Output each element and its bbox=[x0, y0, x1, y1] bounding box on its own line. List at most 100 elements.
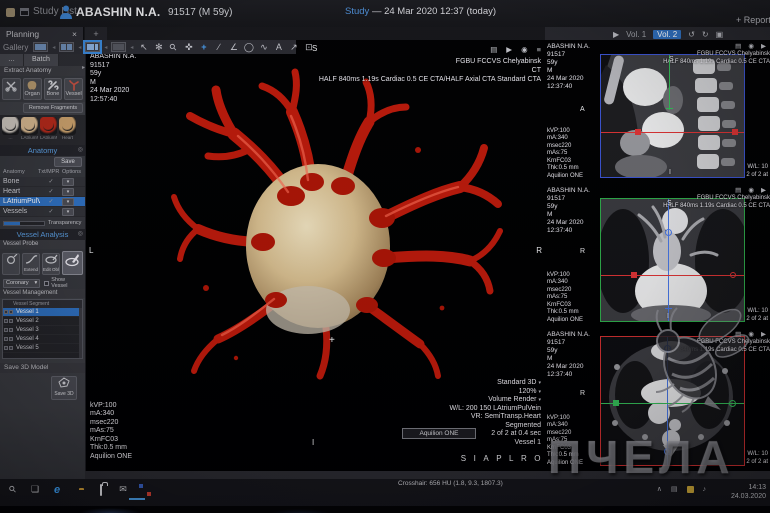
sidebar-tab-batch[interactable]: Batch bbox=[24, 54, 59, 66]
camera-icon[interactable]: ◉ bbox=[748, 186, 754, 194]
txtmpr-check-icon[interactable]: ✓ bbox=[40, 177, 62, 186]
crosshair-handle[interactable] bbox=[631, 272, 637, 278]
crosshair-handle[interactable] bbox=[730, 272, 736, 278]
vol1-button[interactable]: Vol. 1 bbox=[626, 30, 646, 39]
visibility-toggle-icon[interactable] bbox=[9, 346, 13, 350]
visibility-toggle-icon[interactable] bbox=[9, 337, 13, 341]
mail-icon[interactable]: ✉ bbox=[117, 484, 129, 495]
save-3d-button[interactable]: Save 3D bbox=[51, 376, 77, 400]
gallery-thumbnail[interactable]: … bbox=[2, 117, 19, 141]
volume-render-viewport[interactable]: ABASHIN N.A.9151759yM24 Mar 202012:57:40… bbox=[85, 40, 545, 471]
sidebar-tab-…[interactable]: … bbox=[0, 54, 24, 66]
options-dropdown[interactable]: ▾ bbox=[62, 208, 74, 216]
crosshair-horizontal[interactable] bbox=[601, 275, 744, 276]
menu-icon[interactable]: ≡ bbox=[537, 46, 541, 55]
show-vessel-checkbox[interactable]: Show Vessel bbox=[44, 277, 82, 289]
render-setting[interactable]: 120%▾ bbox=[450, 388, 541, 397]
select-toggle-icon[interactable] bbox=[4, 337, 8, 341]
search-icon[interactable]: ⚲ bbox=[5, 481, 21, 497]
thumbs-scroll-arrow[interactable]: ▸ bbox=[82, 64, 85, 71]
remove-fragments-button[interactable]: Remove Fragments bbox=[23, 103, 83, 113]
transparency-slider[interactable] bbox=[3, 221, 45, 226]
orientation-button-L[interactable]: L bbox=[509, 454, 514, 463]
select-toggle-icon[interactable] bbox=[4, 319, 8, 323]
vessel-button[interactable]: Vessel bbox=[64, 78, 83, 100]
txtmpr-check-icon[interactable]: ✓ bbox=[40, 187, 62, 196]
task-view-icon[interactable]: ❏ bbox=[29, 484, 41, 495]
taskbar-clock[interactable]: 14:13 24.03.2020 bbox=[731, 483, 766, 501]
orientation-button-O[interactable]: O bbox=[534, 454, 541, 463]
mpr-panel-sagittal[interactable]: ABASHIN N.A.9151759yM24 Mar 202012:37:40… bbox=[545, 40, 770, 184]
play-icon[interactable]: ▶ bbox=[761, 186, 766, 194]
visibility-toggle-icon[interactable] bbox=[9, 310, 13, 314]
export-icon[interactable]: ▤ bbox=[490, 46, 497, 55]
crop-icon[interactable]: ⊡ bbox=[301, 41, 316, 54]
extend-button[interactable]: Extend bbox=[22, 253, 40, 275]
anatomy-row[interactable]: LAtriumPulVein✓▾ bbox=[0, 197, 85, 207]
bone-button[interactable]: Bone bbox=[44, 78, 63, 100]
info-icon[interactable]: ◎ bbox=[78, 145, 83, 156]
export-icon[interactable]: ▤ bbox=[735, 42, 741, 50]
play-icon[interactable]: ▶ bbox=[761, 330, 766, 338]
gallery-thumbnail[interactable]: Heart bbox=[59, 117, 76, 141]
text-icon[interactable]: A bbox=[271, 41, 286, 54]
organ-button[interactable]: Organ bbox=[23, 78, 42, 100]
visibility-toggle-icon[interactable] bbox=[9, 328, 13, 332]
layout-expand-icon[interactable]: ◂ bbox=[130, 44, 133, 51]
options-dropdown[interactable]: ▾ bbox=[62, 178, 74, 186]
visibility-toggle-icon[interactable] bbox=[9, 319, 13, 323]
txtmpr-check-icon[interactable]: ✓ bbox=[40, 197, 62, 206]
scrollbar[interactable] bbox=[79, 308, 82, 358]
orientation-button-A[interactable]: A bbox=[483, 454, 489, 463]
crosshair-icon[interactable]: + bbox=[196, 41, 211, 54]
vessel-segment-row[interactable]: Vessel 5 bbox=[3, 344, 82, 353]
ellipse-icon[interactable]: ◯ bbox=[241, 41, 256, 54]
gallery-thumbnail[interactable]: LAtriumPulV bbox=[21, 117, 38, 141]
edge-browser-icon[interactable]: e bbox=[51, 484, 63, 496]
snapshot-icon[interactable]: ▣ bbox=[716, 30, 724, 39]
anatomy-row[interactable]: Heart✓▾ bbox=[0, 187, 85, 197]
play-icon[interactable]: ▶ bbox=[613, 30, 619, 39]
pan-icon[interactable]: ✜ bbox=[181, 41, 196, 54]
select-toggle-icon[interactable] bbox=[4, 310, 8, 314]
layout-wide-button[interactable] bbox=[111, 42, 126, 52]
orientation-button-S[interactable]: S bbox=[461, 454, 467, 463]
layout-main-side-button[interactable] bbox=[85, 42, 100, 52]
layout-expand-icon[interactable]: ◂ bbox=[78, 44, 81, 51]
gallery-thumbnail[interactable]: LAtriumPulV bbox=[40, 117, 57, 141]
angle-icon[interactable]: ∠ bbox=[226, 41, 241, 54]
store-icon[interactable] bbox=[100, 484, 102, 496]
freehand-icon[interactable]: ∿ bbox=[256, 41, 271, 54]
arrow-icon[interactable]: ↗ bbox=[286, 41, 301, 54]
pointer-icon[interactable]: ↖ bbox=[136, 41, 151, 54]
render-setting[interactable]: Volume Render▾ bbox=[450, 396, 541, 405]
crosshair-handle[interactable] bbox=[732, 129, 738, 135]
add-tab-button[interactable]: + bbox=[85, 27, 107, 41]
txtmpr-check-icon[interactable]: ✓ bbox=[40, 207, 62, 216]
crosshair-horizontal[interactable] bbox=[601, 132, 744, 133]
camera-icon[interactable]: ◉ bbox=[748, 42, 754, 50]
edit-vessel-track-button[interactable] bbox=[62, 251, 83, 275]
undo-icon[interactable]: ↺ bbox=[688, 30, 695, 39]
crosshair-vertical[interactable] bbox=[669, 55, 670, 110]
anatomy-row[interactable]: Vessels✓▾ bbox=[0, 207, 85, 217]
layout-single-button[interactable] bbox=[33, 42, 48, 52]
play-icon[interactable]: ▶ bbox=[761, 42, 766, 50]
export-icon[interactable]: ▤ bbox=[735, 186, 741, 194]
report-button[interactable]: + Report bbox=[736, 15, 770, 25]
orientation-button-R[interactable]: R bbox=[521, 454, 527, 463]
segment-tool-button[interactable] bbox=[2, 78, 21, 100]
orientation-button-P[interactable]: P bbox=[496, 454, 502, 463]
probe-button[interactable] bbox=[2, 253, 20, 275]
tray-display-icon[interactable]: ▤ bbox=[671, 485, 678, 493]
camera-icon[interactable]: ◉ bbox=[521, 46, 528, 55]
options-dropdown[interactable]: ▾ bbox=[62, 188, 74, 196]
tray-app-icon[interactable] bbox=[687, 486, 694, 493]
select-toggle-icon[interactable] bbox=[4, 328, 8, 332]
redo-icon[interactable]: ↻ bbox=[702, 30, 709, 39]
crosshair-handle[interactable] bbox=[635, 129, 641, 135]
ruler-icon[interactable]: ∕ bbox=[211, 41, 226, 54]
slice-image[interactable]: S I bbox=[600, 54, 745, 178]
crosshair-handle[interactable] bbox=[665, 229, 672, 236]
tray-volume-icon[interactable]: ♪ bbox=[703, 486, 707, 493]
